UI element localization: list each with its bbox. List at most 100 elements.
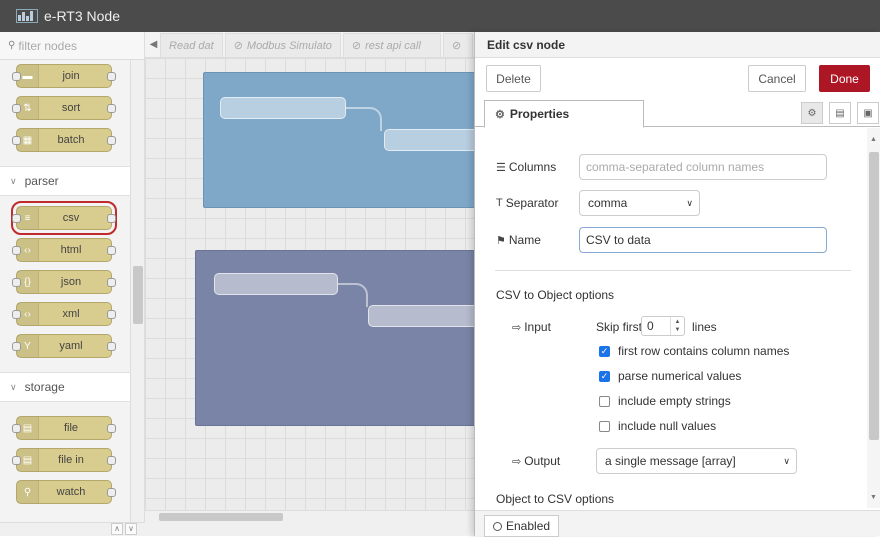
category-parser[interactable]: ∨ parser [0,166,130,196]
flow-canvas[interactable] [145,58,475,510]
flow-group[interactable] [195,250,475,426]
node-palette: ⚲ filter nodes ▬ join ⇅ sort ▦ batch ∨ p… [0,32,145,536]
enabled-toggle[interactable]: Enabled [484,515,560,537]
sign-in-icon: ⇨ [512,321,522,334]
include-empty-checkbox[interactable]: include empty strings [599,394,731,408]
workspace: ◀ Read dat ⊘ Modbus Simulato ⊘ rest api ca… [145,32,475,536]
separator-label: T Separator [496,196,559,210]
palette-footer: ∧ ∨ [0,522,145,536]
watch-search-icon: ⚲ [17,481,39,503]
output-port [107,104,116,113]
include-null-checkbox[interactable]: include null values [599,419,716,433]
app-title: e-RT3 Node [44,8,121,24]
checkbox-checked-icon[interactable]: ✓ [599,370,610,382]
input-port [12,342,21,351]
palette-node-watch[interactable]: ⚲ watch [16,480,116,504]
palette-node-json[interactable]: {} json [12,270,116,294]
done-button[interactable]: Done [819,65,870,92]
scrollbar-thumb[interactable] [159,513,283,521]
scroll-up-icon[interactable]: ▲ [870,136,877,143]
columns-input[interactable]: comma-separated column names [579,154,827,180]
palette-node-yaml[interactable]: Y yaml [12,334,116,358]
separator-select[interactable]: comma ∨ [579,190,700,216]
output-port [107,424,116,433]
palette-node-file[interactable]: ▤ file [12,416,116,440]
csv-to-object-title: CSV to Object options [496,288,615,302]
workspace-horizontal-scrollbar[interactable] [145,510,475,522]
filter-nodes-input[interactable]: ⚲ filter nodes [0,32,144,60]
palette-node-html[interactable]: ‹› html [12,238,116,262]
output-port [107,214,116,223]
flow-node[interactable] [220,97,346,119]
flow-wire [338,283,368,307]
flow-node[interactable] [214,273,338,295]
palette-node-batch[interactable]: ▦ batch [12,128,116,152]
tag-icon: ⚑ [496,234,506,247]
input-port [12,104,21,113]
output-port [107,278,116,287]
sign-out-icon: ⇨ [512,455,522,468]
palette-node-csv[interactable]: ≡ csv [11,201,117,235]
checkbox-unchecked-icon[interactable] [599,420,610,432]
appearance-icon[interactable]: ▣ [857,102,879,124]
palette-node-xml[interactable]: ‹› xml [12,302,116,326]
flow-group[interactable] [203,72,475,208]
expand-all-icon[interactable]: ∨ [125,523,137,535]
flow-node[interactable] [384,129,475,151]
lines-label: lines [692,320,717,334]
scrollbar-thumb[interactable] [869,152,879,440]
tray-toolbar: Delete Cancel Done [475,58,880,94]
disabled-icon: ⊘ [452,40,462,52]
input-port [12,136,21,145]
category-storage[interactable]: ∨ storage [0,372,130,402]
palette-node-sort[interactable]: ⇅ sort [12,96,116,120]
object-to-csv-title: Object to CSV options [496,492,615,506]
input-port [12,214,21,223]
output-port [107,246,116,255]
parse-numerical-checkbox[interactable]: ✓ parse numerical values [599,369,741,383]
collapse-all-icon[interactable]: ∧ [111,523,123,535]
input-label: ⇨ Input [512,320,551,334]
flow-node[interactable] [368,305,475,327]
edit-tray: Edit csv node Delete Cancel Done ⚙ Prope… [474,32,880,537]
delete-button[interactable]: Delete [486,65,541,92]
properties-form: ☰ Columns comma-separated column names TS… [475,128,867,508]
output-port [107,310,116,319]
input-port [12,424,21,433]
tab-modbus-simulator[interactable]: ⊘ Modbus Simulato [224,33,341,57]
tab-properties[interactable]: ⚙ Properties [484,100,644,128]
scroll-left-icon[interactable]: ◀ [147,39,160,50]
scrollbar-thumb[interactable] [133,266,143,324]
palette-scrollbar[interactable] [130,60,144,522]
output-select[interactable]: a single message [array] ∨ [596,448,797,474]
palette-node-join[interactable]: ▬ join [12,64,116,88]
stepper-arrows-icon[interactable]: ▲ ▼ [670,317,684,335]
palette-node-file-in[interactable]: ▤ file in [12,448,116,472]
flow-wire [346,107,382,131]
disabled-icon: ⊘ [351,40,362,52]
circle-icon [493,521,502,531]
skip-first-stepper[interactable]: 0 ▲ ▼ [641,316,685,336]
settings-gear-icon[interactable]: ⚙ [801,102,823,124]
list-icon: ☰ [496,161,506,174]
input-port [12,72,21,81]
skip-first-label: Skip first [596,320,643,334]
workspace-footer [145,522,475,536]
tab-read-data[interactable]: Read dat [160,33,223,57]
text-icon: T [496,197,503,209]
name-input[interactable]: CSV to data [579,227,827,253]
output-port [107,456,116,465]
cancel-button[interactable]: Cancel [748,65,806,92]
chevron-down-icon: ∨ [10,381,17,392]
search-icon: ⚲ [8,40,16,51]
output-port [107,488,116,497]
chevron-down-icon: ∨ [783,455,790,466]
checkbox-checked-icon[interactable]: ✓ [599,345,610,357]
tab-rest-api-call[interactable]: ⊘ rest api call [342,33,441,57]
description-icon[interactable]: ▤ [829,102,851,124]
tray-scrollbar[interactable]: ▲ ▼ [867,128,880,508]
tab-more[interactable]: ⊘ [443,33,473,57]
first-row-checkbox[interactable]: ✓ first row contains column names [599,344,789,358]
scroll-down-icon[interactable]: ▼ [870,494,877,501]
checkbox-unchecked-icon[interactable] [599,395,610,407]
